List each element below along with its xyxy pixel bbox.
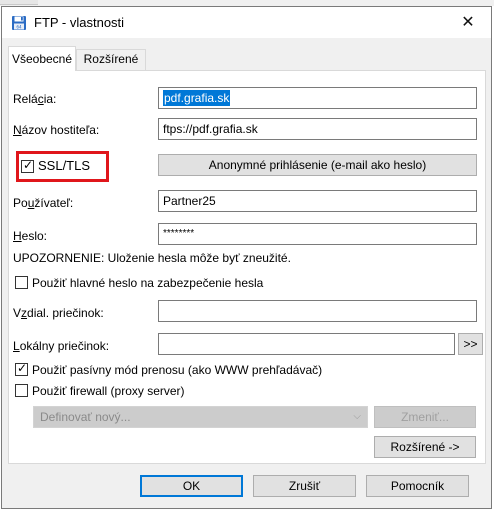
master-password-checkbox[interactable] — [15, 276, 28, 289]
title-bar[interactable]: 64 FTP - vlastnosti ✕ — [2, 7, 491, 38]
floppy-disk-icon: 64 — [12, 16, 26, 30]
chevron-down-icon: ⌵ — [353, 411, 361, 422]
password-label: Heslo: — [13, 229, 48, 243]
general-tab-panel: Relácia: pdf.grafia.sk Názov hostiteľa: … — [8, 70, 486, 464]
user-input[interactable]: Partner25 — [158, 190, 477, 212]
password-warning: UPOZORNENIE: Uloženie hesla môže byť zne… — [13, 251, 291, 265]
firewall-select[interactable]: Definovať nový... ⌵ — [33, 406, 368, 428]
ssl-label: SSL/TLS — [38, 158, 91, 173]
master-password-label: Použiť hlavné heslo na zabezpečenie hesl… — [32, 276, 264, 290]
passive-mode-label: Použiť pasívny mód prenosu (ako WWW preh… — [32, 363, 323, 377]
ssl-checkbox[interactable]: ✓ — [21, 158, 34, 173]
dialog-body: Všeobecné Rozšírené Relácia: pdf.grafia.… — [2, 38, 491, 508]
local-folder-input[interactable] — [158, 333, 455, 355]
host-label: Názov hostiteľa: — [13, 123, 100, 137]
firewall-change-button[interactable]: Zmeniť... — [374, 406, 476, 428]
passive-mode-checkbox[interactable]: ✓ — [15, 361, 28, 376]
anonymous-login-button[interactable]: Anonymné prihlásenie (e-mail ako heslo) — [158, 154, 477, 176]
ftp-properties-dialog: 64 FTP - vlastnosti ✕ Všeobecné Rozšíren… — [1, 6, 492, 509]
dialog-footer: OK Zrušiť Pomocník — [2, 464, 491, 508]
close-button[interactable]: ✕ — [445, 7, 491, 38]
session-label: Relácia: — [13, 92, 57, 106]
tab-advanced[interactable]: Rozšírené — [76, 49, 146, 70]
host-value: ftps://pdf.grafia.sk — [163, 122, 258, 136]
window-title: FTP - vlastnosti — [34, 15, 125, 30]
user-value: Partner25 — [163, 194, 216, 208]
remote-folder-label: Vzdial. priečinok: — [13, 306, 104, 320]
session-value: pdf.grafia.sk — [163, 90, 231, 106]
tab-general[interactable]: Všeobecné — [8, 46, 76, 71]
cancel-button[interactable]: Zrušiť — [253, 475, 356, 497]
background-app-fragment — [0, 0, 38, 5]
firewall-checkbox[interactable] — [15, 384, 28, 397]
close-icon: ✕ — [461, 14, 475, 31]
user-label: Používateľ: — [13, 196, 74, 210]
session-input[interactable]: pdf.grafia.sk — [158, 87, 477, 109]
ok-button[interactable]: OK — [140, 475, 243, 497]
help-button[interactable]: Pomocník — [366, 475, 469, 497]
password-value: ******** — [163, 228, 195, 239]
firewall-label: Použiť firewall (proxy server) — [32, 384, 185, 398]
check-icon: ✓ — [17, 361, 28, 375]
password-input[interactable]: ******** — [158, 223, 477, 245]
host-input[interactable]: ftps://pdf.grafia.sk — [158, 118, 477, 140]
browse-button[interactable]: >> — [458, 333, 483, 355]
advanced-settings-button[interactable]: Rozšírené -> — [374, 436, 476, 458]
local-folder-label: Lokálny priečinok: — [13, 339, 110, 353]
svg-text:64: 64 — [16, 25, 22, 30]
check-icon: ✓ — [23, 158, 34, 172]
remote-folder-input[interactable] — [158, 300, 477, 322]
